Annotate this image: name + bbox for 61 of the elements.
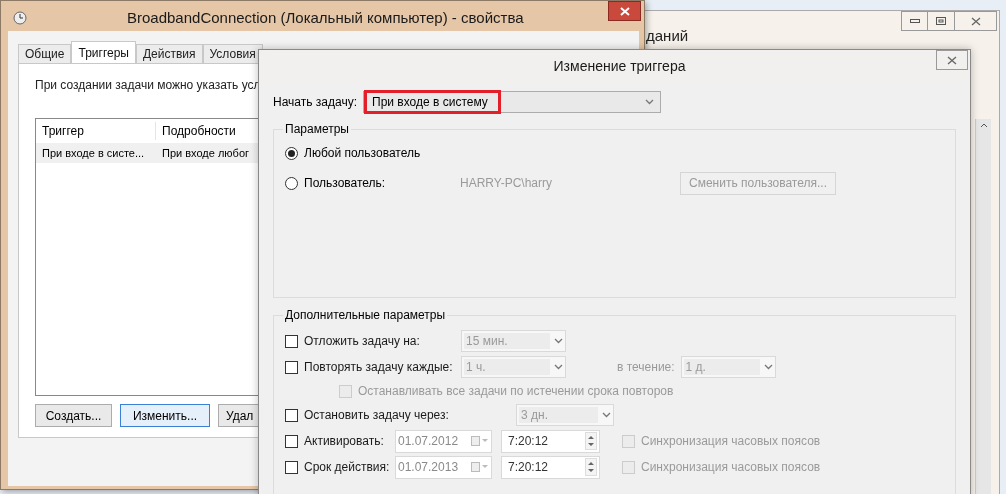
close-icon <box>947 55 957 65</box>
calendar-icon <box>471 436 489 446</box>
tab[interactable]: Действия <box>135 44 203 63</box>
tab[interactable]: Условия <box>202 44 263 63</box>
checkbox-label: Останавливать все задачи по истечении срока повторов <box>358 383 674 400</box>
field-label: Начать задачу: <box>273 94 357 111</box>
caret-icon <box>645 99 654 105</box>
caret-icon <box>554 338 563 344</box>
checkbox-label: Отложить задачу на: <box>304 333 420 350</box>
radio-button[interactable] <box>285 176 298 190</box>
table-cell-text: При входе в систе... <box>41 145 146 161</box>
checkbox[interactable] <box>285 408 298 422</box>
window-title: BroadbandConnection (Локальный компьютер) - свойства <box>127 7 524 28</box>
close-icon <box>970 16 981 26</box>
checkbox[interactable] <box>285 434 298 448</box>
dropdown-value: При входе в систему <box>364 90 501 114</box>
checkbox-label: Срок действия: <box>304 459 390 476</box>
close-button[interactable] <box>936 50 968 70</box>
date-picker[interactable]: 01.07.2013 <box>395 455 492 479</box>
checkbox-label: Активировать: <box>304 433 384 450</box>
radio-label: Пользователь: <box>304 175 387 192</box>
group-title: Дополнительные параметры <box>284 307 447 324</box>
checkbox-label: Повторять задачу каждые: <box>304 359 453 376</box>
scrollbar[interactable] <box>975 119 991 494</box>
window-title: даний <box>646 26 689 46</box>
user-name: HARRY-PC\harry <box>460 175 554 192</box>
checkbox-label: Синхронизация часовых поясов <box>641 459 821 476</box>
table-cell-text: При входе любог <box>161 145 250 161</box>
minimize-icon <box>909 19 920 23</box>
caret-icon <box>554 364 563 370</box>
dialog-button[interactable]: Создать... <box>35 404 112 427</box>
checkbox-label: Остановить задачу через: <box>304 407 449 424</box>
group-title: Параметры <box>284 121 350 138</box>
restore-icon <box>936 17 946 25</box>
checkbox-label: Синхронизация часовых поясов <box>641 433 821 450</box>
spinner-arrows-icon <box>585 432 597 450</box>
maximize-button[interactable] <box>928 11 955 31</box>
date-picker[interactable]: 01.07.2012 <box>395 429 492 453</box>
time-spinner[interactable]: 7:20:12 <box>501 455 600 479</box>
tab[interactable]: Триггеры <box>71 41 136 63</box>
minimize-button[interactable] <box>901 11 928 31</box>
dialog-button[interactable]: Изменить... <box>120 404 210 427</box>
column-header[interactable]: Триггер <box>36 122 156 140</box>
time-spinner[interactable]: 7:20:12 <box>501 429 600 453</box>
column-header[interactable]: Подробности <box>156 122 242 140</box>
spinner-arrows-icon <box>585 458 597 476</box>
calendar-icon <box>471 462 489 472</box>
caret-icon <box>602 412 611 418</box>
tab[interactable]: Общие <box>18 44 72 63</box>
radio-button[interactable] <box>285 146 298 160</box>
radio-label: Любой пользователь <box>304 145 422 162</box>
checkbox[interactable] <box>285 334 298 348</box>
checkbox[interactable] <box>285 460 298 474</box>
dropdown[interactable]: При входе в систему <box>363 91 661 113</box>
dialog-title: Изменение триггера <box>553 57 686 76</box>
checkbox[interactable] <box>285 360 298 374</box>
close-button[interactable] <box>608 1 641 21</box>
duration-label: в течение: <box>617 359 675 376</box>
caret-icon <box>763 364 773 370</box>
clock-icon <box>13 11 27 25</box>
close-icon <box>619 6 630 16</box>
